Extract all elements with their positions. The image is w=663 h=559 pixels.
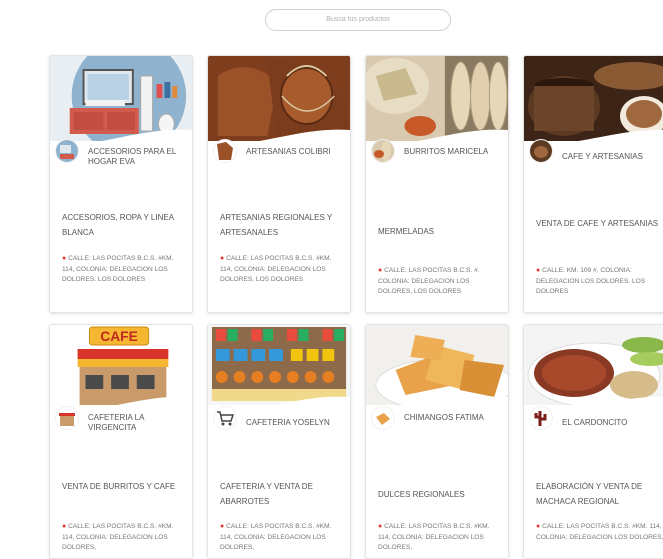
- business-address: ● CALLE: LAS POCITAS B.C.S. #KM. 114, CO…: [378, 522, 502, 554]
- location-pin-icon: ●: [378, 523, 383, 530]
- business-address: ● CALLE: LAS POCITAS B.C.S. #KM. 114, CO…: [536, 522, 663, 543]
- business-card[interactable]: EL CARDONCITO ELABORACIÓN Y VENTA DE MAC…: [523, 324, 663, 559]
- business-description: VENTA DE BURRITOS Y CAFE: [62, 482, 176, 491]
- business-logo: [372, 140, 394, 162]
- business-name: ACCESORIOS PARA EL HOGAR EVA: [88, 147, 177, 166]
- business-address: ● CALLE: LAS POCITAS B.C.S. #KM. 114, CO…: [220, 522, 344, 554]
- business-address: ● CALLE: KM. 109 #, COLONIA: DELEGACION …: [536, 266, 663, 298]
- search-input[interactable]: [265, 8, 451, 31]
- address-text: CALLE: LAS POCITAS B.C.S. #KM. 114, COLO…: [536, 523, 663, 541]
- address-text: CALLE: LAS POCITAS B.C.S. #KM. 114, COLO…: [62, 523, 174, 551]
- business-card[interactable]: ARTESANIAS COLIBRI ARTESANIAS REGIONALES…: [207, 55, 351, 313]
- business-address: ● CALLE: LAS POCITAS B.C.S. #KM. 114, CO…: [62, 522, 186, 554]
- business-name: EL CARDONCITO: [562, 418, 628, 427]
- business-description: ACCESORIOS, ROPA Y LINEA BLANCA: [62, 213, 174, 237]
- business-address: ● CALLE: LAS POCITAS B.C.S. #KM. 114, CO…: [220, 254, 344, 286]
- business-name: CAFETERIA YOSELYN: [246, 418, 330, 427]
- business-name: ARTESANIAS COLIBRI: [246, 147, 331, 156]
- location-pin-icon: ●: [220, 523, 225, 530]
- business-description: VENTA DE CAFE Y ARTESANIAS: [536, 219, 659, 228]
- business-card[interactable]: CHIMANGOS FATIMA DULCES REGIONALES ● CAL…: [365, 324, 509, 559]
- location-pin-icon: ●: [62, 523, 67, 530]
- business-description: ARTESANIAS REGIONALES Y ARTESANALES: [220, 213, 333, 237]
- business-description: CAFETERIA Y VENTA DE ABARROTES: [220, 482, 313, 506]
- address-text: CALLE: LAS POCITAS B.C.S. #KM. 114, COLO…: [220, 255, 332, 283]
- business-description: MERMELADAS: [378, 227, 435, 236]
- location-pin-icon: ●: [536, 267, 541, 274]
- search-bar[interactable]: [265, 8, 451, 31]
- business-card[interactable]: CAFE Y ARTESANIAS VENTA DE CAFE Y ARTESA…: [523, 55, 663, 313]
- cactus-icon: [530, 407, 552, 429]
- business-card[interactable]: CAFE CAFETERIA LA VIRGENCITA VENTA DE BU…: [49, 324, 193, 559]
- business-card[interactable]: BURRITOS MARICELA MERMELADAS ● CALLE: LA…: [365, 55, 509, 313]
- location-pin-icon: ●: [536, 523, 541, 530]
- address-text: CALLE: LAS POCITAS B.C.S. #. COLONIA: DE…: [378, 267, 480, 295]
- business-description: DULCES REGIONALES: [378, 490, 465, 499]
- business-description: ELABORACIÓN Y VENTA DE MACHACA REGIONAL: [536, 482, 643, 506]
- business-logo: [56, 407, 78, 429]
- business-name: CAFE Y ARTESANIAS: [562, 152, 643, 161]
- address-text: CALLE: LAS POCITAS B.C.S. #KM. 114, COLO…: [378, 523, 490, 551]
- address-text: CALLE: LAS POCITAS B.C.S. #KM. 114, COLO…: [62, 255, 174, 283]
- business-grid: ACCESORIOS PARA EL HOGAR EVA ACCESORIOS,…: [49, 55, 663, 559]
- business-card[interactable]: CAFETERIA YOSELYN CAFETERIA Y VENTA DE A…: [207, 324, 351, 559]
- address-text: CALLE: LAS POCITAS B.C.S. #KM. 114, COLO…: [220, 523, 332, 551]
- cart-icon: [214, 407, 236, 429]
- location-pin-icon: ●: [220, 255, 225, 262]
- business-logo: [56, 140, 78, 162]
- address-text: CALLE: KM. 109 #, COLONIA: DELEGACION LO…: [536, 267, 646, 295]
- business-card[interactable]: ACCESORIOS PARA EL HOGAR EVA ACCESORIOS,…: [49, 55, 193, 313]
- business-logo: [214, 140, 236, 162]
- business-name: CHIMANGOS FATIMA: [404, 413, 484, 422]
- location-pin-icon: ●: [62, 255, 67, 262]
- cafe-sign-text: CAFE: [100, 328, 138, 344]
- business-name: BURRITOS MARICELA: [404, 147, 489, 156]
- business-name: CAFETERIA LA VIRGENCITA: [88, 413, 145, 432]
- business-logo: [530, 140, 552, 162]
- business-address: ● CALLE: LAS POCITAS B.C.S. #KM. 114, CO…: [62, 254, 186, 286]
- location-pin-icon: ●: [378, 267, 383, 274]
- business-address: ● CALLE: LAS POCITAS B.C.S. #. COLONIA: …: [378, 266, 502, 298]
- business-logo: [372, 407, 394, 429]
